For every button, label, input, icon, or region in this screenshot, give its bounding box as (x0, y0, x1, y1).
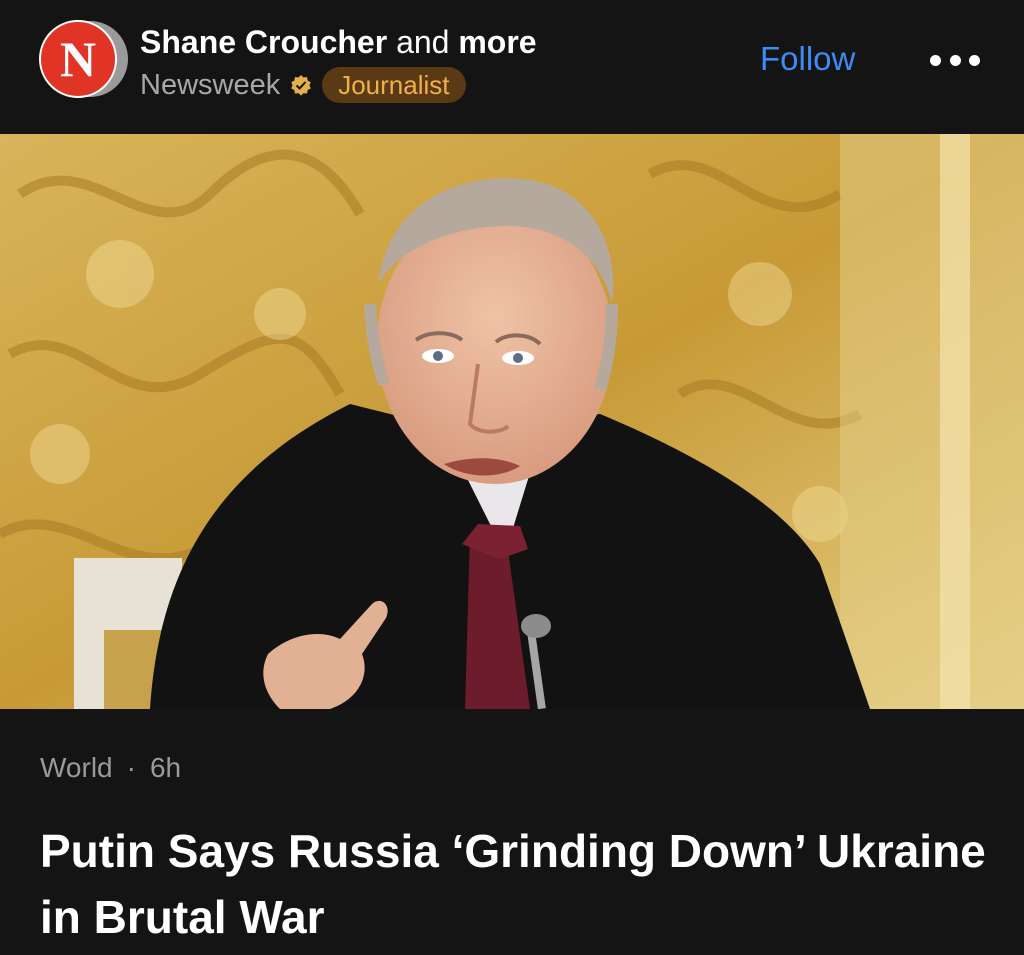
publisher-name[interactable]: Newsweek (140, 69, 280, 102)
author-line[interactable]: Shane Croucher and more (140, 22, 537, 62)
more-options-icon[interactable] (930, 48, 980, 72)
newsweek-logo[interactable]: N (38, 20, 132, 98)
post-header: N Shane Croucher and more Newsweek Journ… (0, 0, 1024, 134)
meta-separator: · (126, 752, 136, 783)
article-age: 6h (149, 752, 182, 783)
author-joiner: and (396, 24, 450, 60)
hero-photo (0, 134, 1024, 709)
publisher-line: Newsweek Journalist (140, 66, 466, 104)
svg-text:N: N (60, 31, 96, 87)
article-hero-image[interactable] (0, 134, 1024, 709)
article-headline[interactable]: Putin Says Russia ‘Grinding Down’ Ukrain… (40, 818, 1000, 950)
author-name[interactable]: Shane Croucher (140, 24, 387, 60)
follow-button[interactable]: Follow (760, 40, 855, 78)
article-section[interactable]: World (40, 752, 113, 783)
article-meta: World · 6h (40, 752, 181, 784)
author-more[interactable]: more (458, 24, 536, 60)
journalist-badge: Journalist (322, 67, 466, 103)
verified-badge-icon (291, 75, 312, 96)
